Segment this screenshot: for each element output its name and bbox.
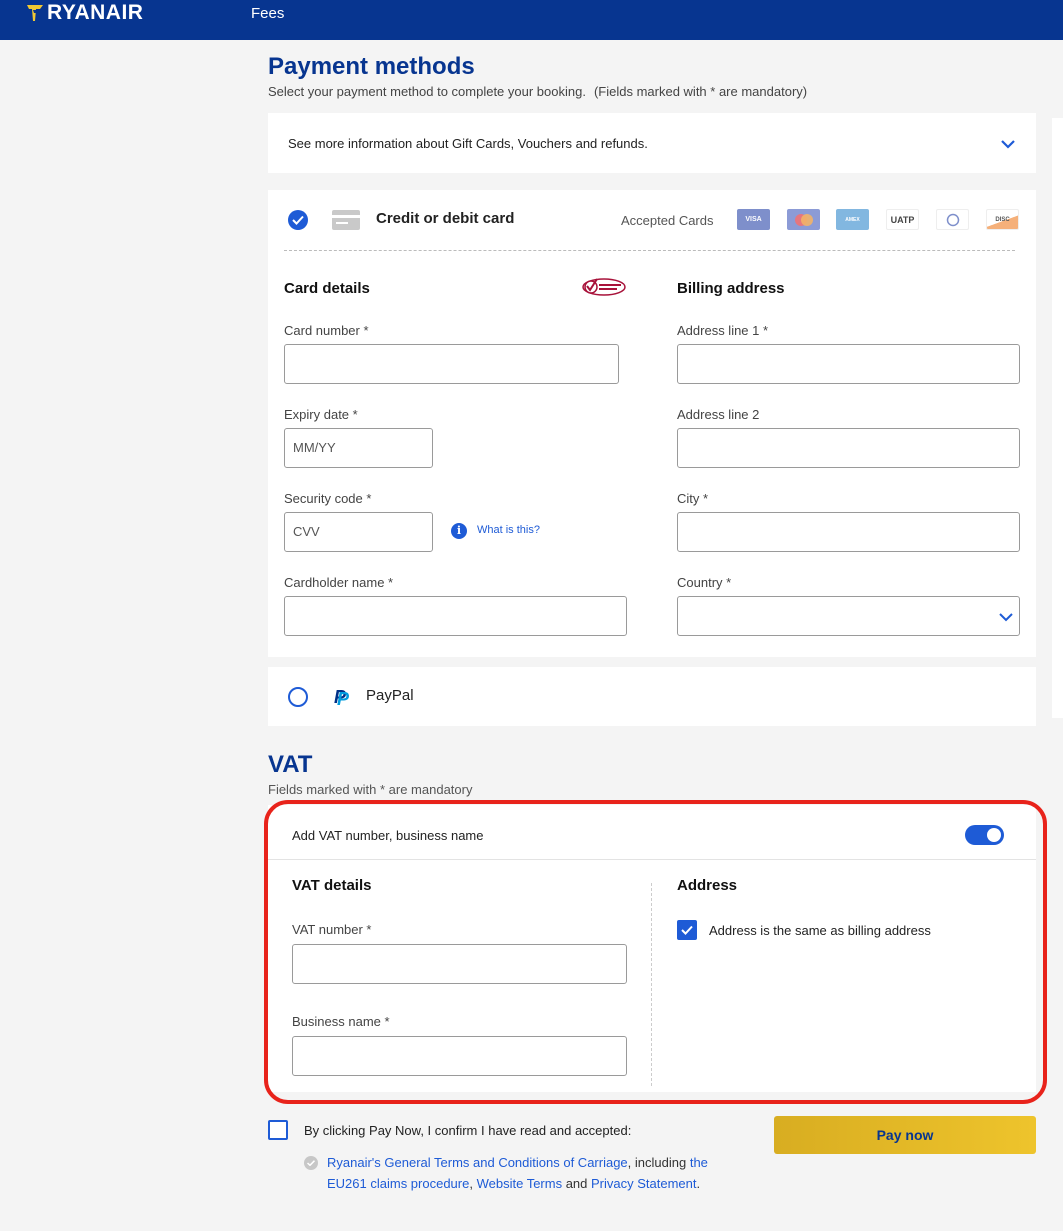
vat-toggle-label: Add VAT number, business name	[292, 828, 484, 843]
country-label: Country *	[677, 575, 732, 590]
grey-check-icon	[304, 1156, 318, 1170]
info-icon[interactable]: i	[451, 523, 467, 539]
card-number-label: Card number *	[284, 323, 369, 338]
terms-line-2: EU261 claims procedure, Website Terms an…	[327, 1176, 700, 1191]
brand-name: RYANAIR	[47, 1, 144, 24]
city-input[interactable]	[677, 512, 1020, 552]
terms-period-text: .	[696, 1176, 701, 1191]
website-terms-link[interactable]: Website Terms	[477, 1176, 563, 1191]
same-address-label: Address is the same as billing address	[709, 923, 931, 938]
uatp-logo-icon: UATP	[886, 209, 919, 230]
security-code-label: Security code *	[284, 491, 372, 506]
billing-address-title: Billing address	[677, 280, 785, 297]
check-icon	[292, 215, 304, 225]
terms-checkbox[interactable]	[268, 1120, 288, 1140]
general-terms-link[interactable]: Ryanair's General Terms and Conditions o…	[327, 1155, 628, 1170]
vat-subtitle: Fields marked with * are mandatory	[268, 782, 473, 797]
vat-toggle[interactable]	[965, 825, 1004, 845]
vat-title: VAT	[268, 751, 313, 778]
cardholder-name-input[interactable]	[284, 596, 627, 636]
credit-card-radio[interactable]	[288, 210, 308, 230]
mastercard-logo-icon	[787, 209, 820, 230]
visa-logo-icon: VISA	[737, 209, 770, 230]
vat-column-divider	[651, 883, 652, 1086]
side-panel-edge	[1052, 118, 1063, 718]
vat-address-title: Address	[677, 877, 738, 894]
business-name-label: Business name *	[292, 1014, 390, 1029]
terms-including-text: , including	[627, 1155, 690, 1170]
card-details-title: Card details	[284, 280, 370, 297]
credit-card-panel: Credit or debit card Accepted Cards VISA…	[268, 190, 1036, 657]
address-line-1-label: Address line 1 *	[677, 323, 769, 338]
verified-by-visa-icon	[582, 278, 626, 296]
expiry-date-input[interactable]: MM/YY	[284, 428, 433, 468]
same-address-checkbox[interactable]	[677, 920, 697, 940]
subtitle-text: Select your payment method to complete y…	[268, 84, 586, 99]
what-is-this-link[interactable]: What is this?	[477, 524, 540, 536]
business-name-input[interactable]	[292, 1036, 627, 1076]
gift-card-info-text: See more information about Gift Cards, V…	[288, 136, 648, 151]
privacy-statement-link[interactable]: Privacy Statement	[591, 1176, 697, 1191]
pay-now-button[interactable]: Pay now	[774, 1116, 1036, 1154]
ryanair-logo[interactable]: RYANAIR	[26, 1, 143, 25]
paypal-icon: PP	[334, 687, 350, 709]
address-line-2-label: Address line 2	[677, 407, 760, 422]
chevron-down-icon	[998, 612, 1014, 622]
eu261-link[interactable]: EU261 claims procedure	[327, 1176, 469, 1191]
vat-number-label: VAT number *	[292, 922, 372, 937]
vat-panel: Add VAT number, business name VAT detail…	[268, 805, 1036, 1092]
credit-card-icon	[332, 210, 360, 230]
terms-confirm-text: By clicking Pay Now, I confirm I have re…	[304, 1123, 632, 1138]
address-line-1-input[interactable]	[677, 344, 1020, 384]
check-icon	[681, 925, 693, 935]
mandatory-note: (Fields marked with * are mandatory)	[593, 84, 808, 99]
harp-icon	[27, 5, 43, 21]
diners-club-logo-icon	[936, 209, 969, 230]
nav-fees-link[interactable]: Fees	[251, 5, 284, 22]
expiry-date-label: Expiry date *	[284, 407, 358, 422]
the-link[interactable]: the	[690, 1155, 708, 1170]
credit-card-title: Credit or debit card	[376, 210, 515, 227]
cardholder-name-label: Cardholder name *	[284, 575, 394, 590]
terms-comma-text: ,	[469, 1176, 477, 1191]
country-select[interactable]	[677, 596, 1020, 636]
discover-logo-icon: DISC	[986, 209, 1019, 230]
city-label: City *	[677, 491, 709, 506]
section-divider	[284, 250, 1015, 251]
paypal-label: PayPal	[366, 687, 414, 704]
terms-and-text: and	[562, 1176, 592, 1191]
address-line-2-input[interactable]	[677, 428, 1020, 468]
paypal-panel[interactable]: PP PayPal	[268, 667, 1036, 726]
card-number-input[interactable]	[284, 344, 619, 384]
amex-logo-icon: AMEX	[836, 209, 869, 230]
vat-details-title: VAT details	[292, 877, 372, 894]
security-code-input[interactable]: CVV	[284, 512, 433, 552]
page-title: Payment methods	[268, 53, 475, 80]
terms-line-1: Ryanair's General Terms and Conditions o…	[327, 1155, 708, 1170]
top-navigation-bar: RYANAIR Fees	[0, 0, 1063, 40]
page-subtitle: Select your payment method to complete y…	[268, 84, 807, 99]
chevron-down-icon[interactable]	[1000, 139, 1016, 149]
vat-number-input[interactable]	[292, 944, 627, 984]
accepted-cards-label: Accepted Cards	[621, 213, 714, 228]
paypal-radio[interactable]	[288, 687, 308, 707]
gift-card-info-panel[interactable]: See more information about Gift Cards, V…	[268, 113, 1036, 173]
vat-divider	[268, 859, 1036, 860]
